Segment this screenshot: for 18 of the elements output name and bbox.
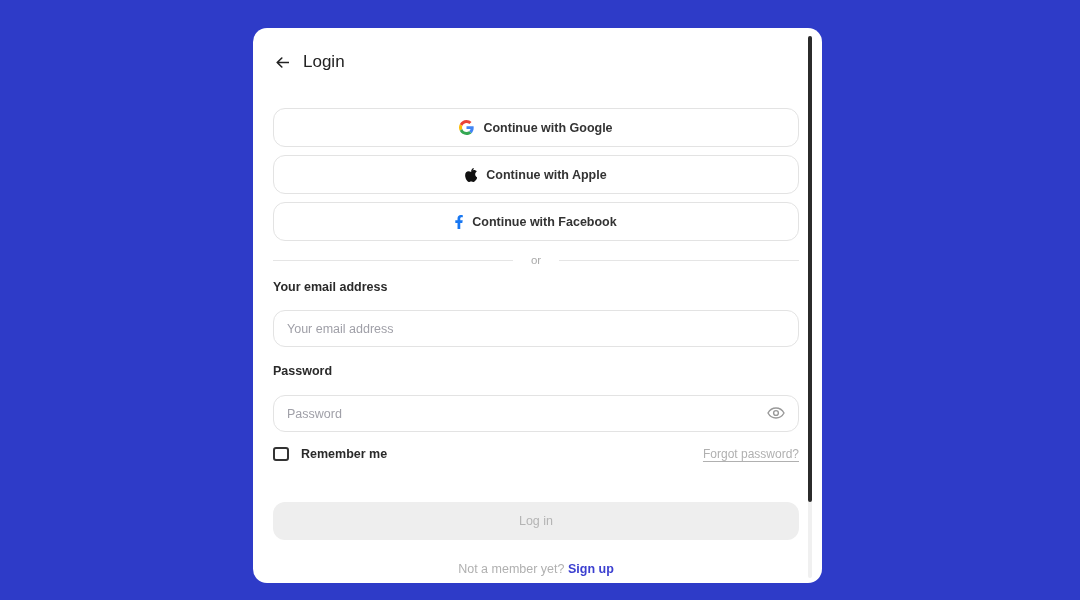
signup-prompt: Not a member yet? Sign up: [458, 561, 614, 578]
google-icon: [459, 120, 475, 135]
apple-icon: [465, 167, 478, 182]
facebook-login-button[interactable]: Continue with Facebook: [273, 202, 799, 241]
apple-login-button[interactable]: Continue with Apple: [273, 155, 799, 194]
page-title: Login: [303, 51, 345, 73]
email-field[interactable]: Your email address: [273, 310, 799, 347]
field-label: Password: [273, 363, 333, 380]
remember-checkbox[interactable]: [273, 447, 289, 461]
remember-label: Remember me: [301, 446, 388, 463]
eye-icon[interactable]: [767, 407, 785, 419]
facebook-f-icon: [455, 214, 464, 229]
signup-link[interactable]: Sign up: [567, 562, 614, 576]
field-label: Your email address: [273, 279, 388, 296]
password-field[interactable]: Password: [273, 395, 799, 432]
divider-text: or: [529, 253, 543, 268]
google-login-button[interactable]: Continue with Google: [273, 108, 799, 147]
back-arrow-icon[interactable]: [276, 56, 289, 68]
